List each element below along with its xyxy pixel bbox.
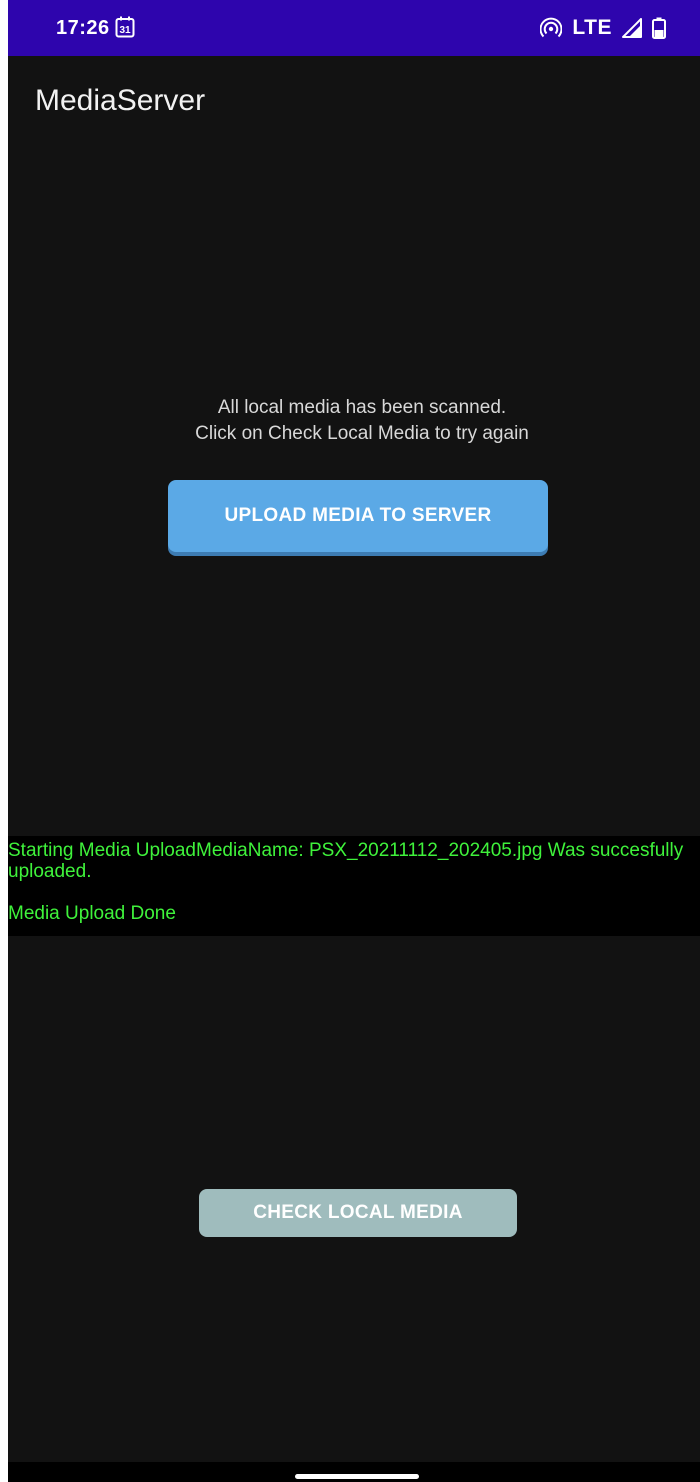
battery-icon <box>652 17 666 39</box>
hotspot-icon <box>540 17 563 38</box>
upload-log-panel: Starting Media UploadMediaName: PSX_2021… <box>8 836 700 936</box>
signal-icon <box>622 18 642 38</box>
status-time: 17:26 <box>56 17 110 39</box>
upload-media-button[interactable]: UPLOAD MEDIA TO SERVER <box>168 480 548 552</box>
check-local-media-button[interactable]: CHECK LOCAL MEDIA <box>199 1189 517 1237</box>
log-line-upload-done: Media Upload Done <box>8 903 176 924</box>
calendar-day: 31 <box>119 25 131 36</box>
scan-status-message: All local media has been scanned. Click … <box>195 397 529 444</box>
navigation-bar <box>8 1462 700 1482</box>
network-type-label: LTE <box>572 16 612 39</box>
app-screen: 17:26 31 LTE MediaServer All local media… <box>8 0 700 1482</box>
log-spacer <box>8 882 700 903</box>
status-icons: LTE <box>540 14 666 42</box>
app-title: MediaServer <box>35 84 206 117</box>
home-gesture-handle[interactable] <box>295 1474 419 1479</box>
log-line-upload-result: Starting Media UploadMediaName: PSX_2021… <box>8 840 684 882</box>
calendar-icon: 31 <box>115 16 135 38</box>
status-bar: 17:26 31 LTE <box>8 0 700 56</box>
